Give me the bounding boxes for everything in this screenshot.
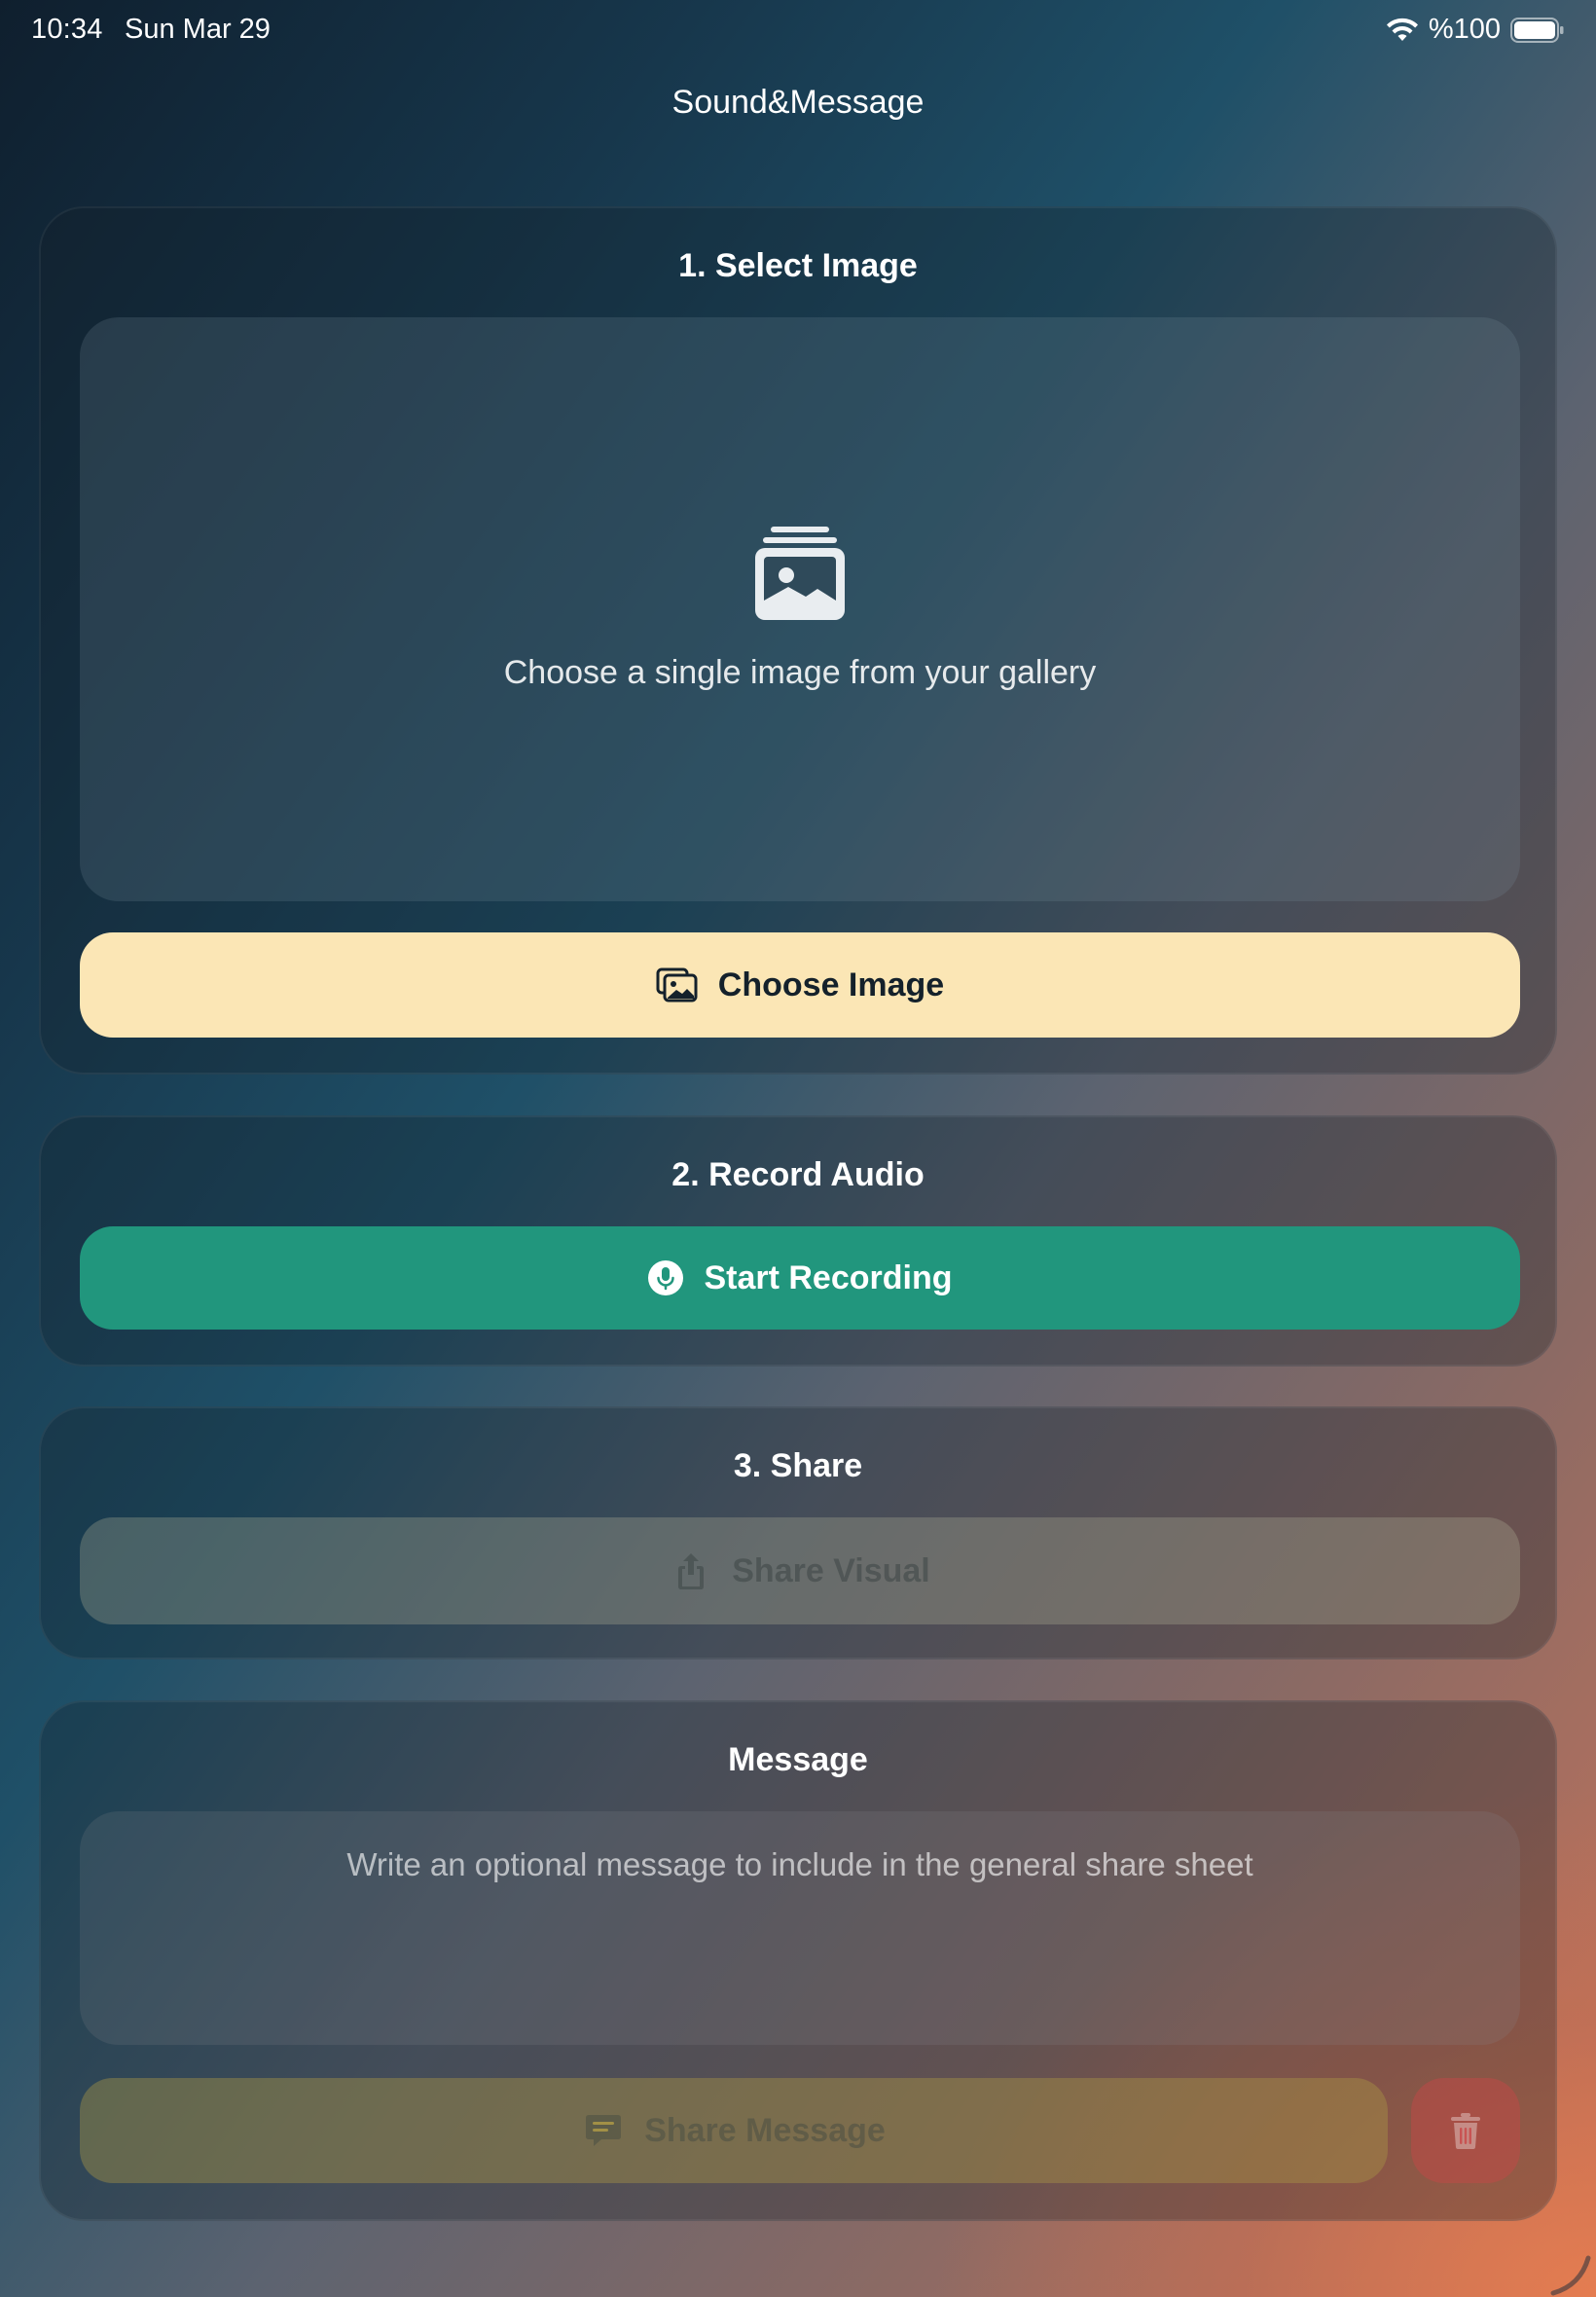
record-audio-title: 2. Record Audio (671, 1156, 925, 1193)
resize-corner-indicator (1550, 2255, 1591, 2296)
start-recording-button[interactable]: Start Recording (80, 1226, 1520, 1330)
photo-stack-icon (755, 527, 845, 620)
share-message-button[interactable]: Share Message (80, 2078, 1388, 2183)
app-title: Sound&Message (671, 84, 925, 121)
wifi-icon (1386, 18, 1418, 41)
message-card: Message Share Message (39, 1700, 1557, 2221)
battery-icon (1510, 17, 1564, 43)
status-indicators: %100 (1386, 14, 1565, 46)
mic-circle-icon (648, 1260, 684, 1295)
choose-image-button[interactable]: Choose Image (80, 932, 1520, 1038)
message-input[interactable] (80, 1811, 1520, 2045)
photos-icon (656, 967, 698, 1003)
trash-icon (1451, 2113, 1480, 2149)
image-dropzone[interactable]: Choose a single image from your gallery (80, 317, 1520, 901)
share-visual-label: Share Visual (732, 1551, 930, 1589)
select-image-card: 1. Select Image Choose a single image fr… (39, 206, 1557, 1075)
record-audio-card: 2. Record Audio Start Recording (39, 1115, 1557, 1367)
status-bar: 10:34 Sun Mar 29 %100 (0, 0, 1596, 62)
select-image-title: 1. Select Image (678, 247, 918, 284)
message-title: Message (728, 1741, 868, 1778)
start-recording-label: Start Recording (704, 1258, 953, 1296)
share-visual-button[interactable]: Share Visual (80, 1517, 1520, 1624)
status-date: Sun Mar 29 (125, 14, 271, 45)
share-message-label: Share Message (644, 2111, 886, 2149)
choose-image-label: Choose Image (717, 966, 945, 1003)
share-icon (678, 1553, 705, 1589)
status-time: 10:34 (31, 14, 103, 45)
share-card: 3. Share Share Visual (39, 1406, 1557, 1659)
battery-percent: %100 (1428, 14, 1501, 45)
delete-button[interactable] (1411, 2078, 1520, 2183)
share-title: 3. Share (733, 1447, 863, 1484)
dropzone-hint: Choose a single image from your gallery (503, 654, 1097, 691)
message-bubble-icon (586, 2115, 622, 2146)
